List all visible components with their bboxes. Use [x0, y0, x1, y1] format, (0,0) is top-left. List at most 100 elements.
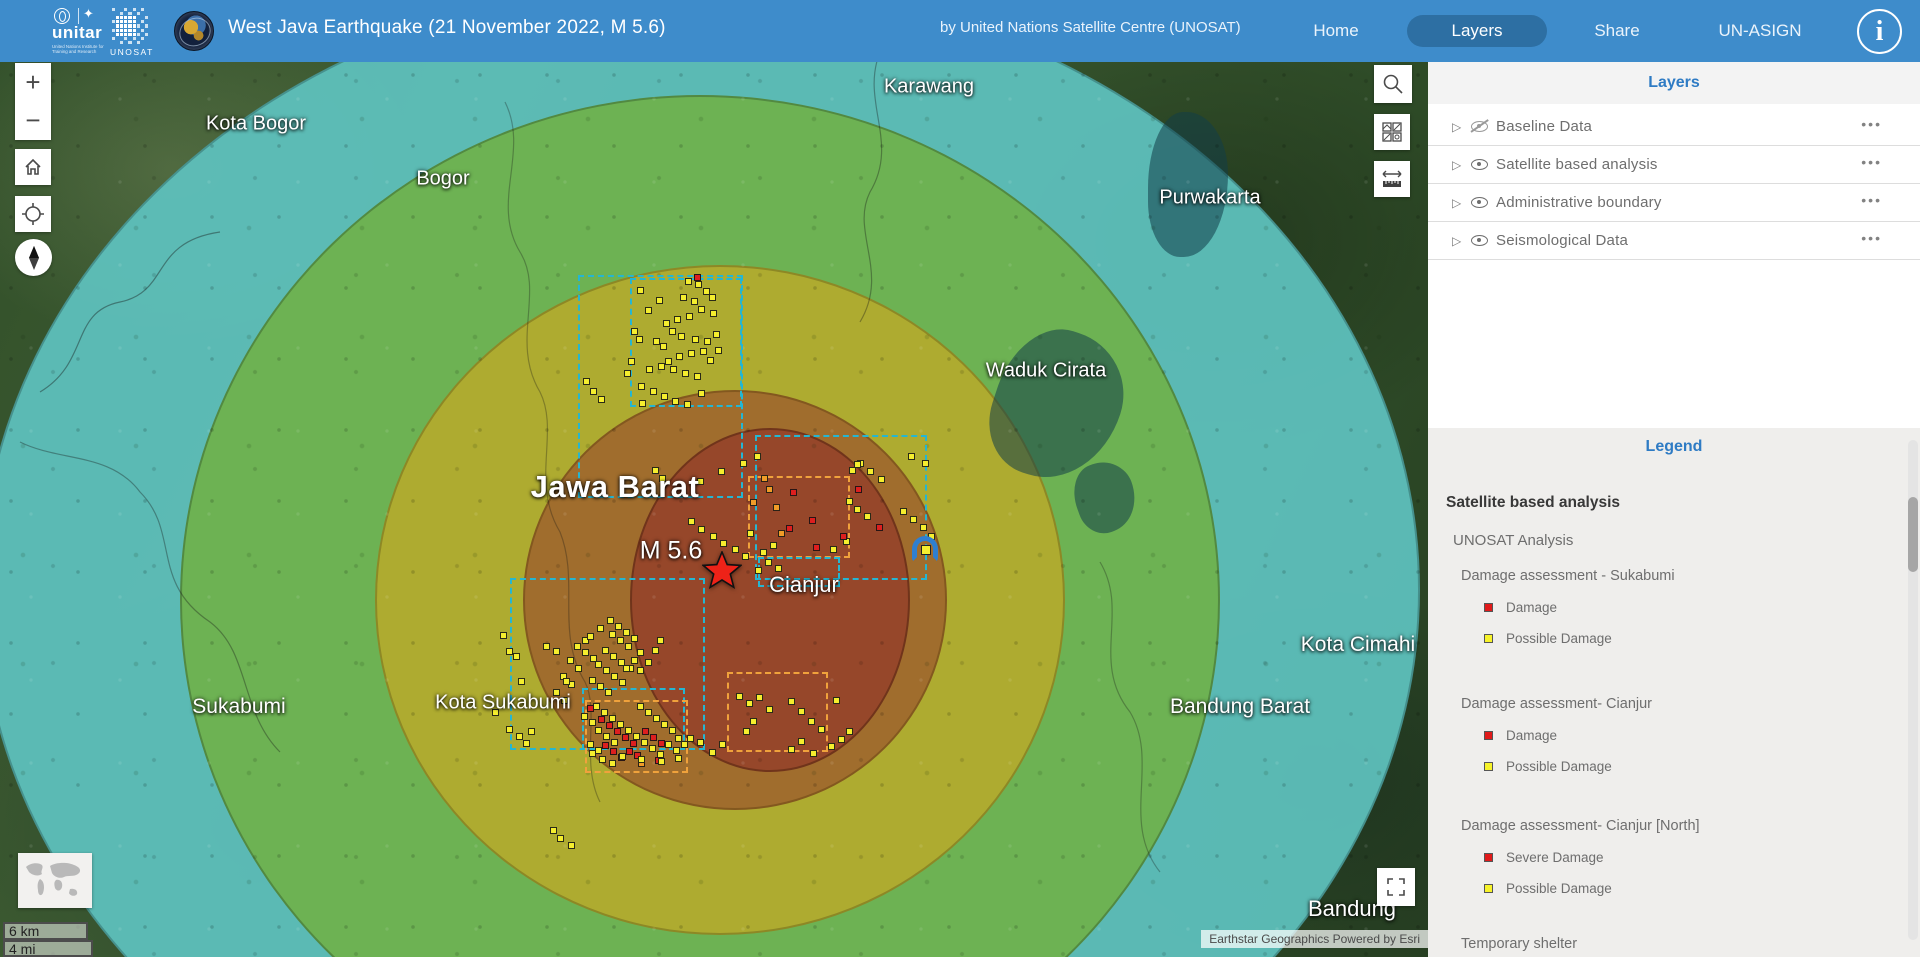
eye-icon[interactable] [1470, 194, 1490, 212]
compass-button[interactable] [15, 239, 52, 276]
search-button[interactable] [1374, 65, 1412, 103]
damage-point [719, 741, 726, 748]
expand-arrow-icon[interactable]: ▷ [1452, 158, 1461, 172]
fullscreen-button[interactable] [1377, 868, 1415, 906]
damage-point [598, 396, 605, 403]
damage-point [709, 294, 716, 301]
app-title: West Java Earthquake (21 November 2022, … [228, 17, 666, 39]
damage-point [694, 274, 701, 281]
damage-point [610, 748, 617, 755]
layer-row-satellite-based-analysis[interactable]: ▷ Satellite based analysis ••• [1428, 146, 1920, 184]
damage-point [602, 742, 609, 749]
map-label: Kota Sukabumi [435, 692, 571, 715]
map-label: Sukabumi [192, 695, 285, 719]
scrollbar-thumb[interactable] [1908, 497, 1918, 572]
map-label: Kota Bogor [206, 113, 306, 136]
eye-slash-icon[interactable] [1470, 118, 1490, 136]
zoom-controls: + − [15, 63, 51, 140]
damage-point [595, 747, 602, 754]
damage-point [713, 331, 720, 338]
damage-point [614, 728, 621, 735]
compass-needle-icon [23, 245, 45, 271]
damage-point [778, 530, 785, 537]
nav-share[interactable]: Share [1580, 0, 1654, 62]
info-button[interactable]: i [1857, 9, 1902, 54]
damage-point [818, 726, 825, 733]
damage-point [631, 657, 638, 664]
legend-swatch [1484, 762, 1493, 771]
nav-layers[interactable]: Layers [1407, 15, 1547, 47]
unitar-logo: unitar United Nations Institute for Trai… [52, 8, 104, 56]
app-byline: by United Nations Satellite Centre (UNOS… [940, 19, 1241, 36]
map-canvas[interactable]: KarawangKota BogorBogorPurwakartaWaduk C… [0, 62, 1428, 957]
zoom-in-button[interactable]: + [15, 63, 51, 101]
options-icon[interactable]: ••• [1861, 154, 1882, 170]
damage-point [855, 486, 862, 493]
damage-point [637, 287, 644, 294]
eye-icon[interactable] [1470, 156, 1490, 174]
expand-arrow-icon[interactable]: ▷ [1452, 196, 1461, 210]
damage-point [674, 316, 681, 323]
damage-point [516, 733, 523, 740]
damage-point [681, 741, 688, 748]
damage-point [747, 530, 754, 537]
legend-group-title: Damage assessment - Sukabumi [1461, 568, 1675, 584]
damage-point [615, 623, 622, 630]
damage-point [682, 370, 689, 377]
home-button[interactable] [15, 149, 51, 185]
damage-point [867, 468, 874, 475]
damage-point [611, 673, 618, 680]
options-icon[interactable]: ••• [1861, 116, 1882, 132]
options-icon[interactable]: ••• [1861, 230, 1882, 246]
damage-point [645, 307, 652, 314]
legend-swatch [1484, 731, 1493, 740]
damage-point [922, 460, 929, 467]
damage-point [790, 489, 797, 496]
damage-point [646, 366, 653, 373]
damage-point [625, 643, 632, 650]
damage-point [710, 310, 717, 317]
damage-point [631, 328, 638, 335]
measure-button[interactable] [1374, 161, 1410, 197]
eye-icon[interactable] [1470, 232, 1490, 250]
damage-point [623, 665, 630, 672]
damage-point [649, 745, 656, 752]
damage-point [582, 649, 589, 656]
blue-point-marker[interactable] [912, 536, 938, 560]
locate-button[interactable] [15, 196, 51, 232]
expand-arrow-icon[interactable]: ▷ [1452, 234, 1461, 248]
aoi-box [727, 672, 828, 752]
legend-group-title: Damage assessment- Cianjur [North] [1461, 818, 1700, 834]
damage-point [765, 559, 772, 566]
damage-point [766, 486, 773, 493]
damage-point [619, 753, 626, 760]
damage-point [626, 748, 633, 755]
damage-point [698, 526, 705, 533]
damage-point [506, 648, 513, 655]
options-icon[interactable]: ••• [1861, 192, 1882, 208]
damage-point [809, 517, 816, 524]
damage-point [740, 460, 747, 467]
damage-point [773, 504, 780, 511]
layer-row-seismological-data[interactable]: ▷ Seismological Data ••• [1428, 222, 1920, 260]
layer-row-administrative-boundary[interactable]: ▷ Administrative boundary ••• [1428, 184, 1920, 222]
damage-point [669, 727, 676, 734]
damage-point [590, 655, 597, 662]
overview-map[interactable] [18, 853, 92, 908]
expand-arrow-icon[interactable]: ▷ [1452, 120, 1461, 134]
layer-row-baseline-data[interactable]: ▷ Baseline Data ••• [1428, 108, 1920, 146]
nav-home[interactable]: Home [1300, 0, 1372, 62]
home-icon [23, 157, 43, 177]
measure-icon [1381, 169, 1403, 189]
basemap-gallery-button[interactable] [1374, 114, 1410, 150]
nav-unasign[interactable]: UN-ASIGN [1712, 0, 1808, 62]
zoom-out-button[interactable]: − [15, 101, 51, 139]
damage-point [786, 525, 793, 532]
damage-point [878, 476, 885, 483]
damage-point [828, 743, 835, 750]
damage-point [669, 328, 676, 335]
legend-item-label: Possible Damage [1506, 759, 1612, 774]
damage-point [611, 739, 618, 746]
damage-point [846, 728, 853, 735]
damage-point [710, 533, 717, 540]
